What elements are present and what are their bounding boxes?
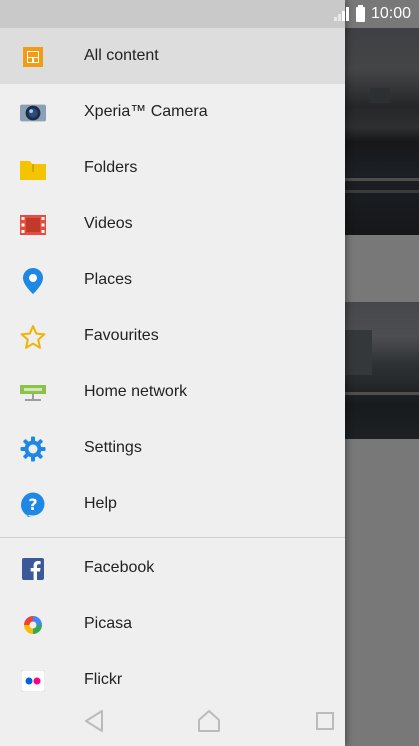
drawer-item-label: Settings <box>84 439 142 456</box>
places-pin-icon <box>20 268 46 294</box>
home-network-icon <box>20 380 46 406</box>
drawer-item-label: Folders <box>84 159 138 176</box>
navigation-bar <box>0 698 419 746</box>
drawer-item-folders[interactable]: Folders <box>0 140 345 196</box>
drawer-item-picasa[interactable]: Picasa <box>0 596 345 652</box>
drawer-item-all-content[interactable]: All content <box>0 28 345 84</box>
folder-icon <box>20 156 46 182</box>
signal-icon <box>333 7 350 21</box>
star-icon <box>20 324 46 350</box>
drawer-item-label: Favourites <box>84 327 159 344</box>
drawer-item-label: Xperia™ Camera <box>84 103 208 120</box>
facebook-icon <box>20 556 46 582</box>
drawer-item-home-network[interactable]: Home network <box>0 364 345 420</box>
drawer-item-favourites[interactable]: Favourites <box>0 308 345 364</box>
drawer-item-label: Facebook <box>84 559 155 576</box>
help-icon: ? <box>20 492 46 518</box>
drawer-item-settings[interactable]: Settings <box>0 420 345 476</box>
drawer-item-help[interactable]: ? Help <box>0 476 345 532</box>
drawer-item-label: Flickr <box>84 671 123 688</box>
battery-icon <box>355 4 365 22</box>
drawer-item-xperia-camera[interactable]: Xperia™ Camera <box>0 84 345 140</box>
drawer-item-videos[interactable]: Videos <box>0 196 345 252</box>
drawer-item-label: Picasa <box>84 615 133 632</box>
drawer-item-places[interactable]: Places <box>0 252 345 308</box>
drawer-item-label: Home network <box>84 383 188 400</box>
flickr-icon <box>20 668 46 694</box>
picasa-icon <box>20 612 46 638</box>
all-content-icon <box>20 44 46 70</box>
svg-text:?: ? <box>28 495 37 514</box>
status-time: 10:00 <box>370 5 411 22</box>
recents-icon[interactable] <box>314 708 344 736</box>
home-icon[interactable] <box>196 708 226 736</box>
drawer-divider <box>0 537 345 538</box>
navigation-drawer: All content Xperia™ Camera Folders Video… <box>0 0 345 746</box>
videos-icon <box>20 212 46 238</box>
drawer-item-label: Videos <box>84 215 133 232</box>
drawer-item-label: Help <box>84 495 117 512</box>
gear-icon <box>20 436 46 462</box>
back-icon[interactable] <box>82 708 112 736</box>
drawer-item-label: Places <box>84 271 133 288</box>
drawer-item-facebook[interactable]: Facebook <box>0 540 345 596</box>
drawer-item-label: All content <box>84 47 159 64</box>
camera-icon <box>20 100 46 126</box>
status-bar: 10:00 <box>0 0 419 28</box>
